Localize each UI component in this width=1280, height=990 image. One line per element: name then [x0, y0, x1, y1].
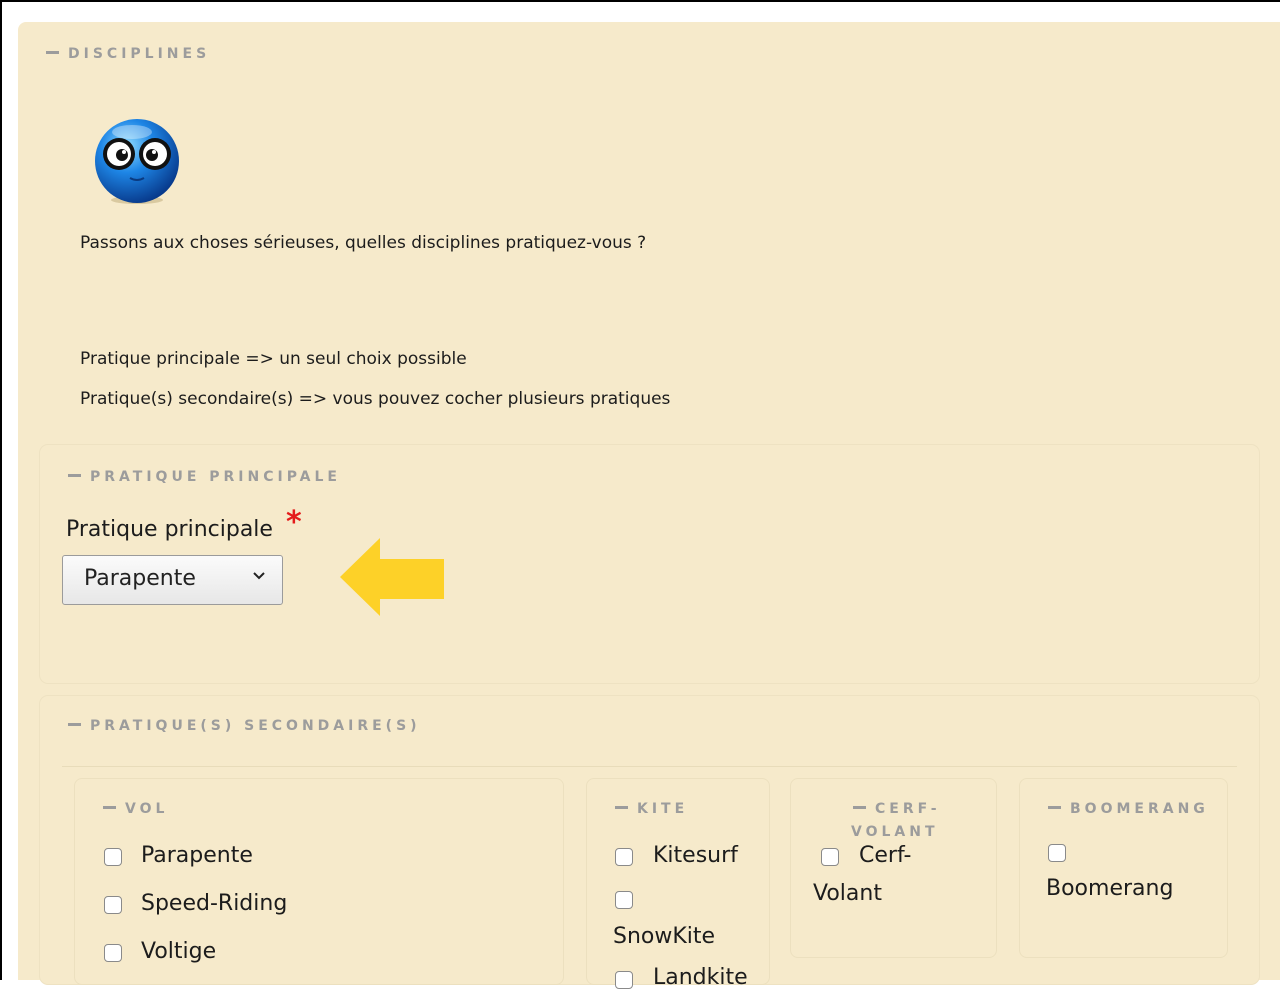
checkbox-landkite[interactable]: [615, 971, 633, 989]
principale-select[interactable]: Parapente: [62, 555, 283, 605]
collapse-icon: [68, 722, 81, 726]
principale-label: Pratique principale: [66, 517, 273, 542]
checkbox-kitesurf[interactable]: [615, 848, 633, 866]
disciplines-fieldset: DISCIPLINES Passons aux choses sérieuses…: [18, 22, 1280, 990]
cerf-volant-fieldset: CERF- VOLANT Cerf- Volant: [790, 778, 997, 958]
label-cerf-volant: Cerf-: [859, 843, 912, 868]
boomerang-fieldset: BOOMERANG Boomerang: [1019, 778, 1228, 958]
secondaire-grid: VOL Parapente Speed-Riding Voltige KITE …: [62, 766, 1237, 990]
checkbox-speed-riding[interactable]: [104, 896, 122, 914]
principale-select-value: Parapente: [84, 566, 196, 591]
label-voltige: Voltige: [141, 939, 217, 964]
boomerang-legend[interactable]: BOOMERANG: [1048, 801, 1209, 818]
label-snowkite: SnowKite: [613, 924, 716, 949]
vol-fieldset: VOL Parapente Speed-Riding Voltige: [74, 778, 564, 985]
rule-secondary-text: Pratique(s) secondaire(s) => vous pouvez…: [80, 389, 671, 409]
pointer-arrow-icon: [340, 538, 444, 616]
checkbox-parapente[interactable]: [104, 848, 122, 866]
collapse-icon: [46, 50, 59, 54]
principale-legend[interactable]: PRATIQUE PRINCIPALE: [68, 469, 341, 486]
cerf-volant-legend[interactable]: CERF-: [853, 801, 941, 818]
vol-legend[interactable]: VOL: [103, 801, 168, 818]
label-speed-riding: Speed-Riding: [141, 891, 288, 916]
rule-main-text: Pratique principale => un seul choix pos…: [80, 349, 467, 369]
label-boomerang: Boomerang: [1046, 876, 1174, 901]
kite-legend[interactable]: KITE: [615, 801, 688, 818]
collapse-icon: [615, 805, 628, 809]
collapse-icon: [103, 805, 116, 809]
principale-fieldset: PRATIQUE PRINCIPALE Pratique principale …: [39, 444, 1260, 684]
label-cerf-volant-line2: Volant: [813, 881, 882, 906]
label-landkite: Landkite: [653, 965, 748, 990]
collapse-icon: [1048, 805, 1061, 809]
secondaire-fieldset: PRATIQUE(S) SECONDAIRE(S) VOL Parapente …: [39, 695, 1260, 990]
required-mark: *: [286, 505, 302, 540]
checkbox-voltige[interactable]: [104, 944, 122, 962]
checkbox-snowkite[interactable]: [615, 891, 633, 909]
disciplines-legend[interactable]: DISCIPLINES: [46, 46, 210, 63]
cerf-volant-legend-line2: VOLANT: [851, 824, 939, 840]
checkbox-boomerang[interactable]: [1048, 844, 1066, 862]
label-kitesurf: Kitesurf: [653, 843, 738, 868]
collapse-icon: [68, 473, 81, 477]
kite-fieldset: KITE Kitesurf SnowKite Landkite: [586, 778, 770, 990]
checkbox-cerf-volant[interactable]: [821, 848, 839, 866]
intro-question: Passons aux choses sérieuses, quelles di…: [80, 233, 647, 253]
secondaire-legend[interactable]: PRATIQUE(S) SECONDAIRE(S): [68, 718, 421, 735]
smiley-avatar-icon: [95, 119, 179, 204]
collapse-icon: [853, 805, 866, 809]
chevron-down-icon: [253, 572, 265, 580]
label-parapente: Parapente: [141, 843, 253, 868]
